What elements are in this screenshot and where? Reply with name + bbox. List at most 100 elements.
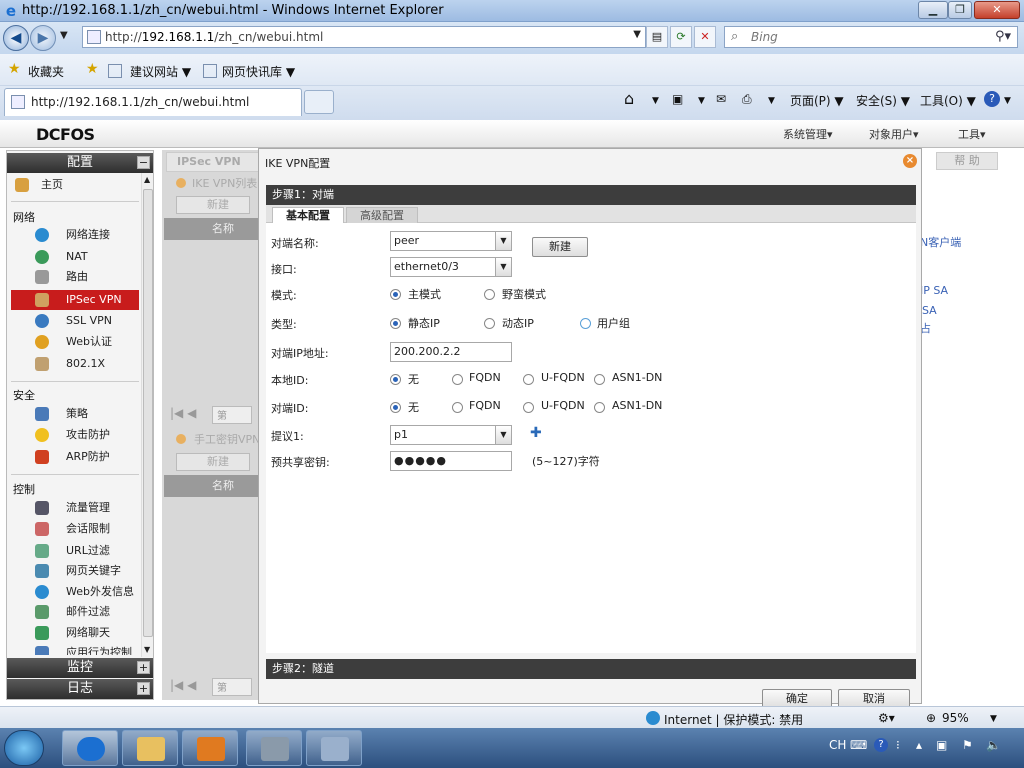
safety-menu[interactable]: 安全(S) ▼ [856, 92, 910, 109]
address-dropdown-icon[interactable]: ▼ [633, 29, 641, 40]
suggested-sites-link[interactable]: 建议网站 ▼ [130, 63, 191, 80]
show-hidden-icons[interactable]: ▴ [916, 738, 922, 752]
mail-icon[interactable]: ✉ [716, 92, 726, 106]
feeds-icon[interactable]: ▣ [672, 92, 683, 106]
home-dropdown-icon[interactable]: ▼ [652, 96, 659, 106]
print-icon[interactable]: ⎙ [742, 92, 752, 107]
type-dynamic-radio[interactable] [484, 318, 495, 329]
sidebar-item-keyword[interactable]: 网页关键字 [11, 561, 139, 581]
sidebar-item-chat[interactable]: 网络聊天 [11, 623, 139, 643]
peer-id-fqdn-radio[interactable] [452, 402, 463, 413]
taskbar-media-button[interactable] [182, 730, 238, 766]
peer-id-ufqdn-radio[interactable] [523, 402, 534, 413]
compatibility-view-icon[interactable]: ▤ [646, 26, 668, 48]
expand-icon[interactable]: + [137, 661, 150, 674]
taskbar-app-button[interactable] [246, 730, 302, 766]
forward-button[interactable]: ▶ [30, 25, 56, 51]
scroll-up-icon[interactable]: ▲ [144, 175, 150, 184]
keyboard-icon[interactable]: ⌨ [850, 738, 867, 752]
psk-input[interactable]: ●●●●● [390, 451, 512, 471]
home-icon[interactable]: ⌂ [624, 89, 634, 108]
print-dropdown-icon[interactable]: ▼ [768, 96, 775, 106]
sidebar-item-attack-defense[interactable]: 攻击防护 [11, 425, 139, 445]
refresh-icon[interactable]: ⟳ [670, 26, 692, 48]
sidebar-item-mail-filter[interactable]: 邮件过滤 [11, 602, 139, 622]
scroll-down-icon[interactable]: ▼ [144, 645, 150, 654]
link-text[interactable]: SA [922, 304, 937, 317]
sidebar-item-ssl-vpn[interactable]: SSL VPN [11, 311, 139, 331]
chevron-down-icon[interactable]: ▼ [495, 231, 512, 251]
new-ike-button[interactable]: 新建 [176, 196, 250, 214]
minimize-button[interactable]: ▁ [918, 1, 948, 19]
sidebar-log-header[interactable]: 日志 + [7, 679, 153, 699]
start-button[interactable] [4, 730, 44, 766]
peer-id-none-radio[interactable] [390, 402, 401, 413]
taskbar-explorer-button[interactable] [122, 730, 178, 766]
mode-main-radio[interactable] [390, 289, 401, 300]
local-id-fqdn-radio[interactable] [452, 374, 463, 385]
add-proposal-icon[interactable]: ✚ [530, 425, 542, 441]
maximize-button[interactable]: ❐ [948, 1, 972, 19]
chevron-down-icon[interactable]: ▼ [495, 425, 512, 445]
sidebar-item-app-control[interactable]: 应用行为控制 [11, 643, 139, 655]
volume-icon[interactable]: 🔈 [986, 738, 1001, 752]
close-icon[interactable]: × [903, 154, 917, 168]
tools-menu[interactable]: 工具(O) ▼ [920, 92, 976, 109]
new-manual-button[interactable]: 新建 [176, 453, 250, 471]
help-icon[interactable]: ? [984, 91, 1000, 107]
tab-advanced-config[interactable]: 高级配置 [346, 207, 418, 223]
zoom-icon[interactable]: ⊕ [926, 711, 936, 725]
collapse-icon[interactable]: − [137, 156, 150, 169]
close-window-button[interactable]: ✕ [974, 1, 1020, 19]
history-dropdown-icon[interactable]: ▼ [60, 30, 68, 41]
sidebar-scrollbar[interactable]: ▲ ▼ [141, 173, 153, 657]
system-management-menu[interactable]: 系统管理▾ [783, 126, 833, 142]
link-text[interactable]: IP SA [920, 284, 948, 297]
local-id-none-radio[interactable] [390, 374, 401, 385]
object-user-menu[interactable]: 对象用户▾ [869, 126, 919, 142]
tray-options-icon[interactable]: ⁝ [896, 738, 900, 752]
type-static-radio[interactable] [390, 318, 401, 329]
add-favorite-icon[interactable]: ★ [86, 61, 99, 77]
chevron-down-icon[interactable]: ▼ [495, 257, 512, 277]
tab-ipsec-vpn[interactable]: IPSec VPN [166, 152, 262, 172]
back-button[interactable]: ◀ [3, 25, 29, 51]
help-dropdown-icon[interactable]: ▼ [1004, 96, 1011, 106]
peer-ip-input[interactable]: 200.200.2.2 [390, 342, 512, 362]
expand-icon[interactable]: + [137, 682, 150, 695]
proposal-value[interactable]: p1 [390, 425, 496, 445]
new-tab-button[interactable] [304, 90, 334, 114]
zoom-level[interactable]: 95% [942, 711, 969, 725]
interface-select[interactable]: ethernet0/3 ▼ [390, 257, 514, 277]
browser-tab[interactable]: http://192.168.1.1/zh_cn/webui.html [4, 88, 302, 116]
scroll-thumb[interactable] [143, 189, 153, 637]
peer-name-select[interactable]: peer ▼ [390, 231, 514, 251]
local-id-ufqdn-radio[interactable] [523, 374, 534, 385]
sidebar-item-web-post[interactable]: Web外发信息 [11, 582, 139, 602]
sidebar-item-traffic[interactable]: 流量管理 [11, 498, 139, 518]
first-page-icon[interactable]: |◀ ◀ [170, 406, 196, 420]
proposal-select[interactable]: p1 ▼ [390, 425, 514, 445]
protected-mode-icon[interactable]: ⚙▾ [878, 711, 895, 725]
first-page-icon[interactable]: |◀ ◀ [170, 678, 196, 692]
taskbar-ie-button[interactable] [62, 730, 118, 766]
type-usergroup-radio[interactable] [580, 318, 591, 329]
taskbar-window-button[interactable] [306, 730, 362, 766]
network-icon[interactable]: ▣ [936, 738, 947, 752]
peer-id-asn1-radio[interactable] [594, 402, 605, 413]
language-indicator[interactable]: CH [829, 738, 846, 752]
link-text[interactable]: N客户端 [920, 234, 961, 250]
sidebar-item-home[interactable]: 主页 [11, 175, 139, 195]
mode-aggressive-radio[interactable] [484, 289, 495, 300]
sidebar-item-arp-defense[interactable]: ARP防护 [11, 447, 139, 467]
sidebar-monitor-header[interactable]: 监控 + [7, 658, 153, 678]
stop-icon[interactable]: ✕ [694, 26, 716, 48]
feeds-dropdown-icon[interactable]: ▼ [698, 96, 705, 106]
action-center-icon[interactable]: ⚑ [962, 738, 973, 752]
web-slice-gallery-link[interactable]: 网页快讯库 ▼ [222, 63, 295, 80]
search-icon[interactable]: ⚲▾ [995, 29, 1011, 44]
new-peer-button[interactable]: 新建 [532, 237, 588, 257]
sidebar-item-network-connection[interactable]: 网络连接 [11, 225, 139, 245]
favorites-button[interactable]: 收藏夹 [28, 63, 64, 80]
sidebar-item-nat[interactable]: NAT [11, 247, 139, 267]
